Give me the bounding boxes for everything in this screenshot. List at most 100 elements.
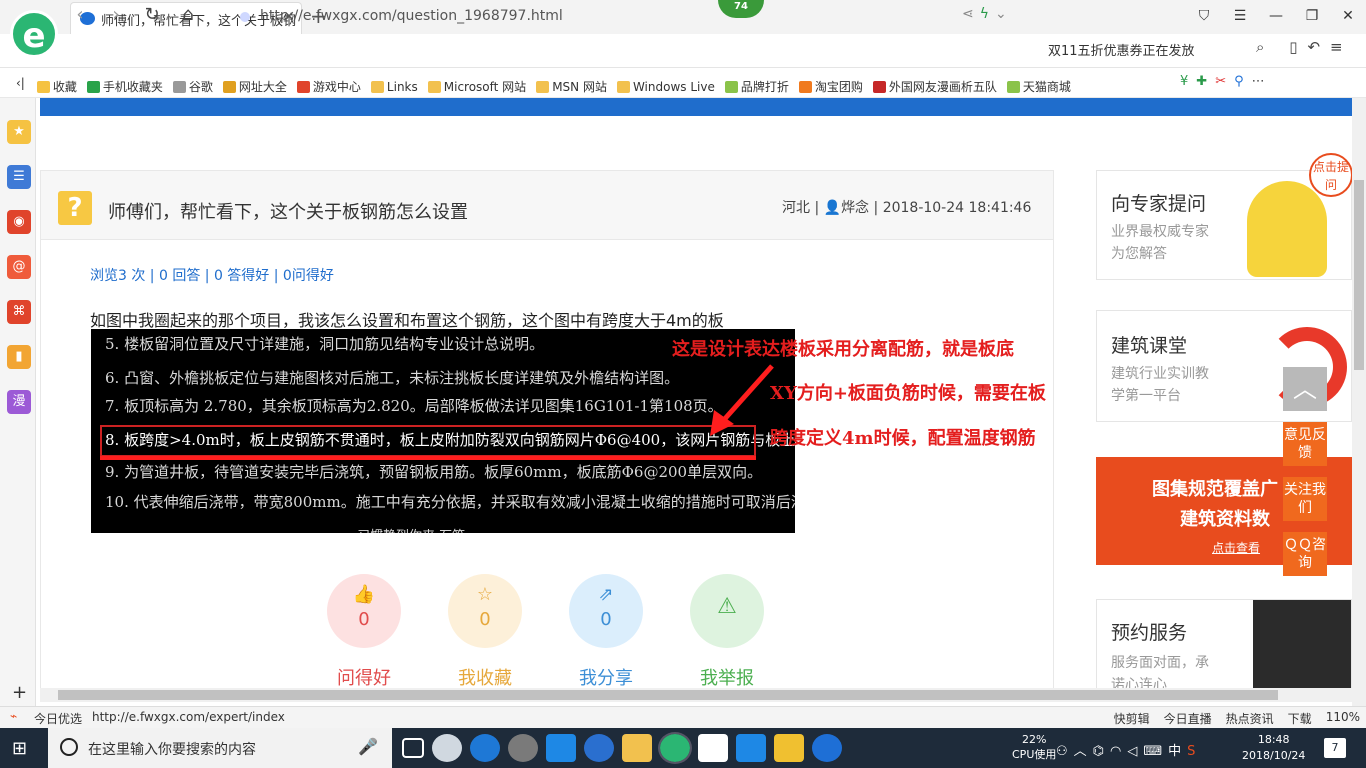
back-icon[interactable]: ‹	[68, 4, 92, 25]
wifi-icon[interactable]: ◠	[1110, 744, 1127, 759]
question-stats[interactable]: 浏览3 次 | 0 回答 | 0 答得好 | 0问得好	[90, 265, 334, 285]
url-input[interactable]: http://e.fwxgx.com/question_1968797.html	[232, 4, 1032, 30]
keyboard-icon[interactable]: ⌨	[1143, 744, 1168, 759]
forward-icon[interactable]: ›	[104, 4, 128, 25]
microphone-icon[interactable]: 🎤	[358, 737, 378, 756]
feedback-button[interactable]: 意见反馈	[1283, 422, 1327, 466]
book-icon[interactable]: ▮	[7, 345, 31, 369]
site-info-icon[interactable]	[240, 12, 250, 22]
people-icon[interactable]: ⚇	[1056, 744, 1074, 759]
sidebar-add-icon[interactable]: +	[12, 682, 27, 703]
menu-icon[interactable]: ☰	[1222, 0, 1258, 32]
bookmark-item[interactable]: 网址大全	[222, 76, 287, 97]
comic-icon[interactable]: 漫	[7, 390, 31, 414]
minimize-button[interactable]: —	[1258, 0, 1294, 32]
cpu-usage[interactable]: 22% CPU使用	[1012, 732, 1056, 762]
status-zoom[interactable]: 110%	[1326, 710, 1360, 727]
status-news[interactable]: 热点资讯	[1226, 710, 1274, 727]
home-icon[interactable]: ⌂	[176, 4, 200, 25]
volume-icon[interactable]: ◁	[1127, 744, 1143, 759]
lightning-icon[interactable]: ϟ	[980, 6, 995, 22]
search-icon[interactable]: ⌕	[1256, 38, 1274, 56]
vertical-scroll-thumb[interactable]	[1354, 180, 1364, 370]
restore-button[interactable]: ❐	[1294, 0, 1330, 32]
plus-icon[interactable]: ✚	[1196, 74, 1215, 89]
windows-start-icon[interactable]: ⊞	[12, 738, 27, 759]
qq-button[interactable]: ＱＱ咨询	[1283, 532, 1327, 576]
bookmark-item[interactable]: 外国网友漫画析五队	[872, 76, 997, 97]
bookmark-item[interactable]: 手机收藏夹	[86, 76, 163, 97]
action-label[interactable]: 问得好	[319, 664, 409, 690]
bookmark-item[interactable]: MSN 网站	[536, 76, 607, 97]
banner-link[interactable]: 点击查看	[1212, 539, 1260, 556]
promo-text[interactable]: 双11五折优惠券正在发放	[1048, 40, 1195, 59]
ime-indicator[interactable]: 中	[1168, 744, 1187, 759]
chevron-down-icon[interactable]: ⌄	[995, 6, 1013, 22]
deals-icon[interactable]: ⌁	[10, 709, 17, 723]
notes-icon[interactable]	[774, 734, 804, 762]
status-live[interactable]: 今日直播	[1164, 710, 1212, 727]
plus-app-icon[interactable]	[736, 734, 766, 762]
action-label[interactable]: 我举报	[682, 664, 772, 690]
fan-icon[interactable]	[432, 734, 462, 762]
share-icon[interactable]: ⋖	[962, 6, 980, 22]
bookmark-item[interactable]: 品牌打折	[724, 76, 789, 97]
g-app-icon[interactable]	[812, 734, 842, 762]
back-to-top-button[interactable]: ︿	[1283, 367, 1327, 411]
undo-icon[interactable]: ↶	[1307, 38, 1330, 56]
action-share-button[interactable]: ⇗ 0	[569, 574, 643, 648]
bookmark-item[interactable]: 游戏中心	[296, 76, 361, 97]
status-deals[interactable]: 今日优选	[34, 710, 82, 727]
ask-bubble[interactable]: 点击提问	[1309, 153, 1353, 197]
browser-logo-icon[interactable]: e	[10, 10, 58, 58]
bookmark-item[interactable]: 谷歌	[172, 76, 213, 97]
action-label[interactable]: 我分享	[561, 664, 651, 690]
clock[interactable]: 18:48 2018/10/24	[1242, 732, 1305, 764]
bookmark-item[interactable]: Microsoft 网站	[427, 76, 526, 97]
ie-blue-icon[interactable]	[470, 734, 500, 762]
bookmark-item[interactable]: 淘宝团购	[798, 76, 863, 97]
bookmark-item[interactable]: 天猫商城	[1006, 76, 1071, 97]
magnifier-icon[interactable]: ⚲	[1234, 74, 1252, 89]
action-label[interactable]: 我收藏	[440, 664, 530, 690]
horizontal-scroll-thumb[interactable]	[58, 690, 1278, 700]
shirt-icon[interactable]: ⛉	[1186, 0, 1222, 32]
question-user[interactable]: 烨念	[841, 200, 869, 216]
collapse-icon[interactable]: ‹|	[16, 76, 25, 97]
yen-icon[interactable]: ¥	[1180, 74, 1196, 89]
favorites-icon[interactable]: ★	[7, 120, 31, 144]
browser-active-icon[interactable]	[658, 732, 692, 764]
sogou-icon[interactable]: S	[1187, 744, 1201, 759]
chrome-like-icon[interactable]	[508, 734, 538, 762]
bookmark-item[interactable]: 收藏	[36, 76, 77, 97]
close-button[interactable]: ✕	[1330, 0, 1366, 32]
phone-icon[interactable]: ▯	[1289, 38, 1307, 56]
expert-card[interactable]: 向专家提问 业界最权威专家 为您解答 点击提问	[1096, 153, 1353, 280]
list-icon[interactable]: ☰	[7, 165, 31, 189]
status-download[interactable]: 下载	[1288, 710, 1312, 727]
status-clip[interactable]: 快剪辑	[1114, 710, 1150, 727]
folder-icon[interactable]	[622, 734, 652, 762]
chevron-up-icon[interactable]: ︿	[1074, 744, 1093, 759]
game-icon[interactable]: ⌘	[7, 300, 31, 324]
action-thumbs-up-button[interactable]: 👍 0	[327, 574, 401, 648]
mail-icon[interactable]: @	[7, 255, 31, 279]
taskbar-search-input[interactable]: 在这里输入你要搜索的内容 🎤	[48, 728, 392, 768]
reload-icon[interactable]: ↻	[140, 4, 164, 25]
booking-card[interactable]: 预约服务 服务面对面，承 诺心连心	[1096, 599, 1352, 699]
network-icon[interactable]: ⌬	[1093, 744, 1110, 759]
scissors-icon[interactable]: ✂	[1215, 74, 1234, 89]
more-icon[interactable]: ≡	[1330, 38, 1353, 56]
notification-center-icon[interactable]: 7	[1324, 738, 1346, 758]
ie-icon[interactable]	[584, 734, 614, 762]
bookmark-item[interactable]: Windows Live	[616, 76, 715, 97]
action-star-button[interactable]: ☆ 0	[448, 574, 522, 648]
more-icon[interactable]: ⋯	[1252, 74, 1273, 89]
action-warning-button[interactable]: ⚠	[690, 574, 764, 648]
weibo-icon[interactable]: ◉	[7, 210, 31, 234]
mail-app-icon[interactable]	[698, 734, 728, 762]
task-view-icon[interactable]	[402, 738, 424, 758]
bookmark-item[interactable]: Links	[370, 76, 418, 97]
edge-icon[interactable]	[546, 734, 576, 762]
follow-button[interactable]: 关注我们	[1283, 477, 1327, 521]
